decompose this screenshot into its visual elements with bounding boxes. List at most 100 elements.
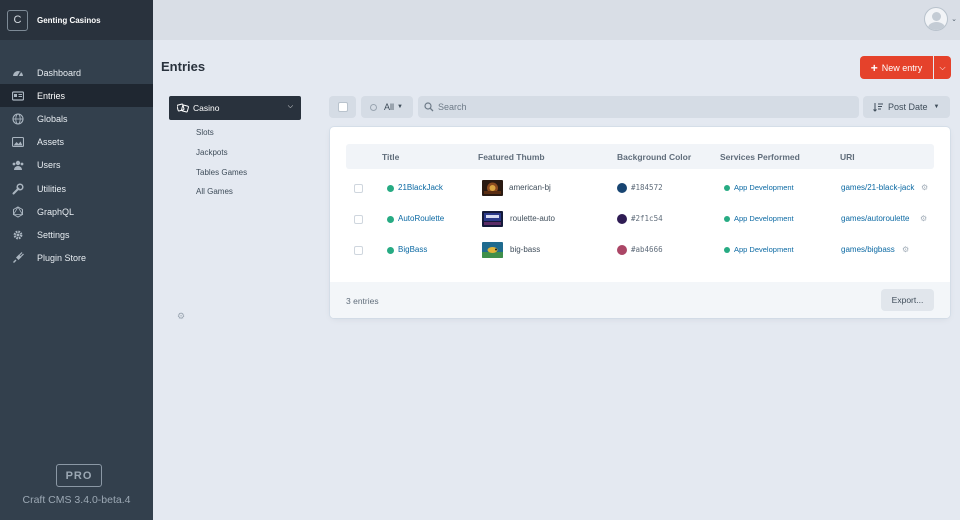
row-checkbox[interactable] [354,246,363,255]
nav-item-assets[interactable]: Assets [0,131,153,154]
color-hex: #184572 [631,182,663,192]
nav-label: Globals [37,113,68,124]
nav-item-globals[interactable]: Globals [0,107,153,130]
sort-button[interactable]: Post Date ▼ [863,96,950,118]
avatar-head [932,12,941,21]
external-link-icon[interactable]: ⚙ [921,183,928,192]
column-header-title[interactable]: Title [382,152,399,162]
sidebar: C Genting Casinos Dashboard Entries Glob… [0,0,153,520]
gear-icon[interactable]: ⚙ [177,311,186,321]
site-header[interactable]: C Genting Casinos [0,0,153,40]
export-button[interactable]: Export... [881,289,934,311]
entry-title-link[interactable]: BigBass [398,245,427,254]
dice-icon [177,103,189,113]
nav-item-dashboard[interactable]: Dashboard [0,61,153,84]
color-hex: #2f1c54 [631,213,663,223]
nav-item-utilities[interactable]: Utilities [0,177,153,200]
color-swatch [617,245,627,255]
uri-link[interactable]: games/21-black-jack [841,183,914,192]
search-box[interactable] [418,96,859,118]
thumb-image[interactable] [482,180,503,196]
table-row[interactable]: 21BlackJack american-bj #184572 App Deve… [346,174,934,204]
thumb-image[interactable] [482,242,503,258]
avatar-body [928,22,945,30]
source-all-games[interactable]: All Games [196,187,233,196]
external-link-icon[interactable]: ⚙ [902,245,909,254]
page-title: Entries [161,59,206,74]
checkbox-box [337,102,348,112]
thumb-filename: roulette-auto [510,213,555,223]
column-header-uri[interactable]: URI [840,152,855,162]
nav-item-graphql[interactable]: GraphQL [0,200,153,223]
nav-item-entries[interactable]: Entries [0,84,153,108]
dashboard-icon [11,67,25,79]
search-icon [424,102,434,112]
nav-label: Assets [37,137,65,148]
service-link[interactable]: App Development [734,214,794,223]
chevron-down-icon: ▼ [933,104,940,110]
source-jackpots[interactable]: Jackpots [196,148,228,157]
column-header-background-color[interactable]: Background Color [617,152,691,162]
image-icon [11,136,25,148]
source-slots[interactable]: Slots [196,128,214,137]
nav-item-users[interactable]: Users [0,154,153,177]
service-link[interactable]: App Development [734,245,794,254]
table-row[interactable]: AutoRoulette roulette-auto #2f1c54 App D… [346,205,934,235]
uri-link[interactable]: games/autoroulette [841,214,910,223]
source-casino[interactable]: Casino ⌵ [169,96,301,120]
status-ring-icon [370,103,377,111]
chevron-down-icon[interactable]: ⌄ [951,15,957,23]
status-filter-button[interactable]: All ▼ [361,96,413,118]
new-entry-button[interactable]: + New entry [860,56,933,79]
entries-card: Title Featured Thumb Background Color Se… [330,127,950,318]
gear-icon [11,229,25,241]
status-live-indicator [724,185,730,191]
nav-label: Plugin Store [37,253,87,264]
search-input[interactable] [438,102,838,112]
thumb-filename: big-bass [510,244,541,254]
status-live-indicator [387,185,394,192]
status-live-indicator [387,247,394,254]
edition-badge: PRO [56,464,102,487]
new-entry-label: New entry [881,62,923,73]
entry-title-link[interactable]: AutoRoulette [398,214,444,223]
sort-icon [873,103,883,112]
table-row[interactable]: BigBass big-bass #ab4666 App Development… [346,236,934,266]
nav-label: Settings [37,229,70,240]
source-tables-games[interactable]: Tables Games [196,168,247,177]
main-nav: Dashboard Entries Globals Assets Users U… [0,61,153,270]
cms-version: Craft CMS 3.4.0-beta.4 [22,494,131,506]
site-name: Genting Casinos [37,15,101,25]
external-link-icon[interactable]: ⚙ [920,214,927,223]
new-entry-menu-button[interactable]: ⌵ [934,56,951,79]
nav-item-plugin-store[interactable]: Plugin Store [0,247,153,270]
column-header-featured-thumb[interactable]: Featured Thumb [478,152,545,162]
graphql-icon [11,205,25,218]
chevron-down-icon: ▼ [397,104,403,110]
thumb-image[interactable] [482,211,503,227]
status-live-indicator [387,216,394,223]
nav-item-settings[interactable]: Settings [0,223,153,246]
users-icon [11,159,25,171]
nav-label: GraphQL [37,206,75,217]
color-hex: #ab4666 [631,244,663,254]
entries-icon [11,90,25,102]
select-all-checkbox[interactable] [329,96,356,118]
entry-title-link[interactable]: 21BlackJack [398,183,443,192]
status-live-indicator [724,247,730,253]
uri-link[interactable]: games/bigbass [841,245,895,254]
chevron-down-icon: ⌵ [287,103,293,110]
row-checkbox[interactable] [354,215,363,224]
thumb-filename: american-bj [509,182,551,192]
color-swatch [617,183,627,193]
column-header-services-performed[interactable]: Services Performed [720,152,800,162]
user-avatar[interactable] [924,7,948,31]
status-live-indicator [724,216,730,222]
wrench-icon [11,182,25,195]
chevron-down-icon: ⌵ [939,62,946,72]
plug-icon [11,252,25,264]
service-link[interactable]: App Development [734,183,794,192]
entry-count: 3 entries [346,296,379,306]
row-checkbox[interactable] [354,184,363,193]
table-header: Title Featured Thumb Background Color Se… [346,144,934,169]
